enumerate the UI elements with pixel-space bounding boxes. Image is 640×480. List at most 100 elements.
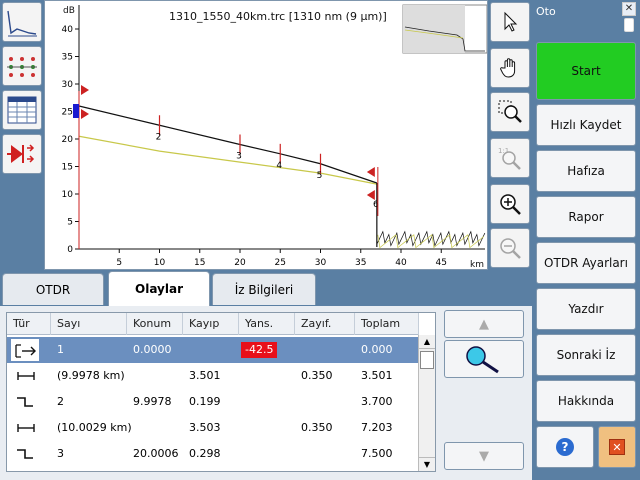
start-button[interactable]: Start xyxy=(536,42,636,100)
col-total[interactable]: Toplam xyxy=(355,313,419,335)
row-position: 20.0006 xyxy=(133,447,179,460)
zoom-out-icon[interactable] xyxy=(490,228,530,268)
laser-icon[interactable] xyxy=(2,134,42,174)
row-total: 3.501 xyxy=(361,369,393,382)
row-attenuation xyxy=(295,441,301,467)
hand-icon[interactable] xyxy=(490,48,530,88)
table-scrollbar[interactable]: ▲ ▼ xyxy=(418,335,435,471)
overview-inset[interactable] xyxy=(402,4,488,54)
row-attenuation: 0.350 xyxy=(301,421,333,434)
table-icon[interactable] xyxy=(2,90,42,130)
col-reflectance[interactable]: Yans. xyxy=(239,313,295,335)
x-tick-label: 30 xyxy=(315,258,327,268)
print-button[interactable]: Yazdır xyxy=(536,288,636,330)
col-type[interactable]: Tür xyxy=(7,313,51,335)
otdr-settings-button[interactable]: OTDR Ayarları xyxy=(536,242,636,284)
zoom-toolbar: 1:1 xyxy=(488,0,532,270)
tab-events[interactable]: Olaylar xyxy=(108,271,210,306)
table-row[interactable]: 2 9.9978 0.199 3.700 xyxy=(7,389,419,415)
pointer-icon[interactable] xyxy=(490,2,530,42)
x-tick-label: 15 xyxy=(194,258,205,268)
y-tick-label: 35 xyxy=(62,53,73,63)
trace-plot[interactable]: 1310_1550_40km.trc [1310 nm (9 µm)] dB k… xyxy=(45,1,488,270)
event-label: 3 xyxy=(236,152,242,162)
scroll-thumb[interactable] xyxy=(420,351,434,369)
cursor-b-marker[interactable] xyxy=(366,167,375,177)
event-label: 4 xyxy=(276,161,282,171)
traces: 23456 xyxy=(73,85,486,249)
close-small-icon[interactable]: ✕ xyxy=(622,2,636,16)
row-reflectance: -42.5 xyxy=(241,342,278,358)
x-tick-label: 40 xyxy=(395,258,407,268)
row-total: 7.203 xyxy=(361,421,393,434)
x-tick-label: 5 xyxy=(116,258,122,268)
row-position: 9.9978 xyxy=(133,395,172,408)
splice-icon xyxy=(7,389,51,415)
event-label: 5 xyxy=(317,171,323,181)
help-icon: ? xyxy=(556,438,574,456)
y-tick-label: 20 xyxy=(62,135,74,145)
table-row[interactable]: 1 0.0000 -42.5 0.000 xyxy=(7,337,419,363)
row-reflectance xyxy=(239,415,245,441)
event-up-button[interactable]: ▲ xyxy=(444,310,524,338)
event-label: 2 xyxy=(156,132,162,142)
magnifier-icon xyxy=(466,346,499,374)
row-attenuation: 0.350 xyxy=(301,369,333,382)
exit-icon: ✕ xyxy=(609,439,625,455)
x-tick-label: 25 xyxy=(275,258,286,268)
y-tick-label: 0 xyxy=(67,245,73,255)
row-reflectance xyxy=(239,389,245,415)
row-total: 7.500 xyxy=(361,447,393,460)
scroll-up-icon[interactable]: ▲ xyxy=(419,335,435,349)
tab-otdr[interactable]: OTDR xyxy=(2,273,104,305)
left-toolbar xyxy=(0,0,44,270)
right-header: Oto ✕ xyxy=(532,0,640,38)
report-button[interactable]: Rapor xyxy=(536,196,636,238)
table-row[interactable]: (10.0029 km) 3.503 0.350 7.203 xyxy=(7,415,419,441)
y-tick-label: 25 xyxy=(62,108,73,118)
row-count: 3 xyxy=(57,447,64,460)
help-button[interactable]: ? xyxy=(536,426,594,468)
table-row[interactable]: (9.9978 km) 3.501 0.350 3.501 xyxy=(7,363,419,389)
row-attenuation xyxy=(295,337,301,363)
col-attenuation[interactable]: Zayıf. xyxy=(295,313,355,335)
y-tick-label: 40 xyxy=(62,25,74,35)
span-icon xyxy=(7,363,51,389)
col-loss[interactable]: Kayıp xyxy=(183,313,239,335)
events-table: Tür Sayı Konum Kayıp Yans. Zayıf. Toplam… xyxy=(6,312,436,472)
span-icon xyxy=(7,415,51,441)
row-loss: 0.298 xyxy=(189,447,221,460)
about-button[interactable]: Hakkında xyxy=(536,380,636,422)
col-count[interactable]: Sayı xyxy=(51,313,127,335)
quick-save-button[interactable]: Hızlı Kaydet xyxy=(536,104,636,146)
x-tick-label: 20 xyxy=(234,258,246,268)
row-position: 0.0000 xyxy=(133,343,172,356)
start-marker[interactable] xyxy=(73,104,79,118)
exit-button[interactable]: ✕ xyxy=(598,426,636,468)
event-list-icon[interactable] xyxy=(2,46,42,86)
row-total: 0.000 xyxy=(361,343,393,356)
events-panel: Tür Sayı Konum Kayıp Yans. Zayıf. Toplam… xyxy=(0,306,532,480)
next-trace-button[interactable]: Sonraki İz xyxy=(536,334,636,376)
tab-trace-info[interactable]: İz Bilgileri xyxy=(212,273,316,305)
otdr-graph[interactable]: 1310_1550_40km.trc [1310 nm (9 µm)] dB k… xyxy=(44,0,488,270)
row-reflectance xyxy=(239,363,245,389)
y-tick-label: 30 xyxy=(62,80,74,90)
zoom-in-icon[interactable] xyxy=(490,184,530,224)
row-loss xyxy=(183,337,189,363)
memory-button[interactable]: Hafıza xyxy=(536,150,636,192)
table-row[interactable]: 3 20.0006 0.298 7.500 xyxy=(7,441,419,467)
row-position xyxy=(127,415,133,441)
event-down-button[interactable]: ▼ xyxy=(444,442,524,470)
row-position xyxy=(127,363,133,389)
row-count: (10.0029 km) xyxy=(57,421,132,434)
scroll-down-icon[interactable]: ▼ xyxy=(419,457,435,471)
col-position[interactable]: Konum xyxy=(127,313,183,335)
reference-trace-line xyxy=(78,135,377,185)
row-loss: 3.501 xyxy=(189,369,221,382)
cursor-a-marker[interactable] xyxy=(81,85,89,95)
zoom-reset-icon[interactable]: 1:1 xyxy=(490,138,530,178)
event-zoom-button[interactable] xyxy=(444,340,524,378)
trace-view-icon[interactable] xyxy=(2,2,42,42)
zoom-area-icon[interactable] xyxy=(490,92,530,132)
